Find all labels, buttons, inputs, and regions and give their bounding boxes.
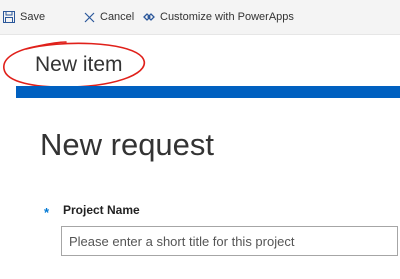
cancel-label: Cancel	[100, 11, 135, 23]
command-bar-divider	[0, 34, 400, 35]
command-bar: Save Cancel Customize with PowerApps	[0, 0, 400, 34]
customize-label: Customize with PowerApps	[160, 11, 294, 23]
header-accent-bar	[16, 86, 400, 98]
save-button[interactable]: Save	[2, 9, 45, 25]
panel-title: New item	[35, 53, 123, 76]
customize-powerapps-button[interactable]: Customize with PowerApps	[142, 9, 294, 25]
powerapps-icon	[142, 10, 156, 24]
save-label: Save	[20, 11, 46, 23]
close-icon	[82, 10, 96, 24]
project-name-input[interactable]	[61, 226, 398, 256]
form-title: New request	[40, 127, 215, 162]
cancel-button[interactable]: Cancel	[82, 9, 134, 25]
project-name-label: Project Name	[63, 203, 140, 217]
save-icon	[2, 10, 16, 24]
required-indicator: *	[44, 205, 50, 220]
